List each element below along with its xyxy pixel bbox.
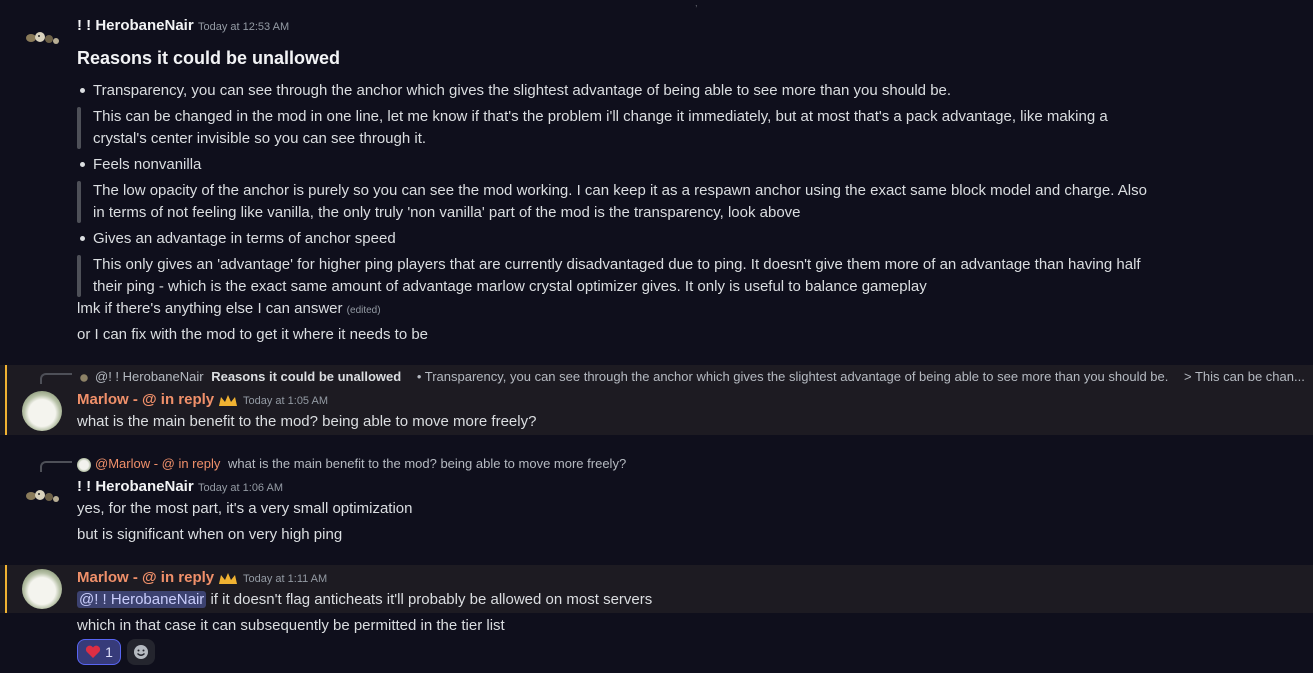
message-line: which in that case it can subsequently b… [77, 617, 505, 634]
blockquote-bar [77, 181, 81, 223]
crown-icon [219, 572, 238, 584]
reaction-heart[interactable]: 1 [77, 639, 121, 665]
message-line: lmk if there's anything else I can answe… [77, 300, 381, 317]
blockquote-bar [77, 255, 81, 297]
message-herobane-2: @Marlow - @ in reply what is the main be… [0, 452, 1313, 552]
message-line: @! ! HerobaneNair if it doesn't flag ant… [77, 591, 653, 608]
smiley-icon [134, 645, 148, 659]
author-name[interactable]: ! ! HerobaneNair [77, 17, 194, 34]
bullet-text: Transparency, you can see through the an… [93, 82, 952, 99]
author-name[interactable]: Marlow - @ in reply [77, 569, 238, 586]
reply-spine [40, 373, 72, 384]
message-line: but is significant when on very high pin… [77, 526, 343, 543]
reply-avatar-icon [77, 457, 91, 472]
message-line: yes, for the most part, it's a very smal… [77, 500, 413, 517]
reply-preview[interactable]: @Marlow - @ in reply what is the main be… [77, 456, 626, 472]
reply-author[interactable]: @! ! HerobaneNair [95, 369, 204, 384]
user-mention[interactable]: @! ! HerobaneNair [77, 591, 207, 608]
reply-snippet: what is the main benefit to the mod? bei… [228, 456, 627, 471]
timestamp[interactable]: Today at 1:06 AM [198, 482, 283, 494]
add-reaction-button[interactable] [127, 639, 155, 665]
avatar-herobane[interactable] [22, 478, 62, 518]
reply-preview[interactable]: @! ! HerobaneNair Reasons it could be un… [77, 369, 1305, 385]
reply-avatar-icon [77, 370, 91, 385]
edited-label: (edited) [346, 305, 381, 316]
bullet-dot [80, 236, 85, 241]
avatar-herobane[interactable] [22, 20, 62, 60]
heart-icon [86, 645, 101, 658]
bullet-dot [80, 162, 85, 167]
reply-heading: Reasons it could be unallowed [211, 369, 402, 384]
ferret-avatar-icon [26, 490, 59, 502]
message-line: what is the main benefit to the mod? bei… [77, 413, 537, 430]
quote-line: in terms of not feeling like vanilla, th… [93, 204, 801, 221]
timestamp[interactable]: Today at 12:53 AM [198, 21, 289, 33]
quote-line: This can be changed in the mod in one li… [93, 108, 1108, 125]
bullet-text: Feels nonvanilla [93, 156, 202, 173]
author-name[interactable]: Marlow - @ in reply [77, 391, 238, 408]
message-marlow-1: @! ! HerobaneNair Reasons it could be un… [0, 365, 1313, 435]
avatar-marlow[interactable] [22, 391, 62, 431]
message-herobane-1: ! ! HerobaneNair Today at 12:53 AM Reaso… [0, 0, 1313, 360]
reply-spine [40, 461, 72, 472]
reply-author[interactable]: @Marlow - @ in reply [95, 456, 220, 471]
bullet-text: Gives an advantage in terms of anchor sp… [93, 230, 396, 247]
timestamp[interactable]: Today at 1:05 AM [243, 395, 328, 407]
quote-line: The low opacity of the anchor is purely … [93, 182, 1147, 199]
bullet-dot [80, 88, 85, 93]
message-marlow-2: Marlow - @ in reply Today at 1:11 AM @! … [0, 565, 1313, 613]
quote-line: crystal's center invisible so you can se… [93, 130, 427, 147]
avatar-marlow[interactable] [22, 569, 62, 609]
reaction-count: 1 [105, 644, 113, 660]
crown-icon [219, 394, 238, 406]
author-name[interactable]: ! ! HerobaneNair [77, 478, 194, 495]
reply-snippet: • Transparency, you can see through the … [416, 369, 1169, 384]
reply-snippet-quote: > This can be chan... [1184, 369, 1305, 384]
timestamp[interactable]: Today at 1:11 AM [243, 573, 327, 585]
ferret-avatar-icon [26, 32, 59, 44]
message-line: or I can fix with the mod to get it wher… [77, 326, 429, 343]
quote-line: This only gives an 'advantage' for highe… [93, 256, 1141, 273]
quote-line: their ping - which is the exact same amo… [93, 278, 927, 295]
message-heading: Reasons it could be unallowed [77, 48, 341, 68]
blockquote-bar [77, 107, 81, 149]
